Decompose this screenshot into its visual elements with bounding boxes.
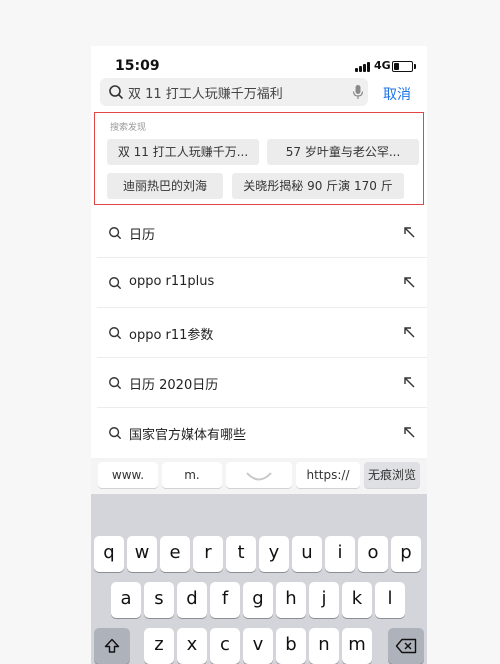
keyboard: q w e r t y u i o p a s d f g h j k l z …	[91, 494, 427, 664]
suggestion-label: oppo r11plus	[129, 274, 215, 289]
key[interactable]: v	[243, 628, 273, 664]
key[interactable]: g	[243, 582, 273, 618]
discover-chip[interactable]: 迪丽热巴的刘海	[107, 173, 223, 199]
key[interactable]: f	[210, 582, 240, 618]
search-icon	[109, 427, 121, 439]
key[interactable]: a	[111, 582, 141, 618]
arrow-up-left-icon[interactable]	[403, 326, 415, 338]
backspace-icon	[395, 638, 417, 654]
search-bar[interactable]: 双 11 打工人玩赚千万福利	[100, 78, 368, 106]
search-icon	[109, 277, 121, 289]
search-icon	[109, 377, 121, 389]
quick-input-bar: www. m. https:// 无痕浏览	[91, 458, 427, 494]
browser-search-screen: 15:09 4G 双 11 打工人玩赚千万福利 取消 搜索发现 双 11 打工人…	[91, 46, 427, 664]
suggestion-item[interactable]: 日历	[97, 208, 427, 258]
arrow-up-left-icon[interactable]	[403, 426, 415, 438]
key[interactable]: h	[276, 582, 306, 618]
suggestion-label: oppo r11参数	[129, 328, 214, 343]
search-input[interactable]: 双 11 打工人玩赚千万福利	[128, 83, 283, 102]
shift-icon	[104, 638, 120, 653]
key[interactable]: l	[375, 582, 405, 618]
key[interactable]: b	[276, 628, 306, 664]
suggestion-item[interactable]: 国家官方媒体有哪些	[97, 408, 427, 458]
suggestion-item[interactable]: 日历 2020日历	[97, 358, 427, 408]
key[interactable]: c	[210, 628, 240, 664]
status-bar: 15:09 4G	[91, 46, 427, 82]
key[interactable]: d	[177, 582, 207, 618]
key[interactable]: e	[160, 536, 190, 572]
search-icon	[109, 85, 123, 99]
quick-key-m[interactable]: m.	[162, 462, 222, 488]
backspace-key[interactable]	[388, 628, 424, 664]
key[interactable]: k	[342, 582, 372, 618]
search-icon	[109, 227, 121, 239]
discover-chip[interactable]: 57 岁叶童与老公罕...	[267, 139, 419, 165]
key[interactable]: p	[391, 536, 421, 572]
key[interactable]: y	[259, 536, 289, 572]
key[interactable]: i	[325, 536, 355, 572]
key[interactable]: j	[309, 582, 339, 618]
cursor-slider[interactable]	[226, 462, 292, 488]
key[interactable]: z	[144, 628, 174, 664]
key[interactable]: n	[309, 628, 339, 664]
key[interactable]: x	[177, 628, 207, 664]
signal-icon	[355, 62, 371, 72]
suggestion-item[interactable]: oppo r11plus	[97, 258, 427, 308]
suggestion-label: 国家官方媒体有哪些	[129, 428, 247, 443]
suggestion-label: 日历 2020日历	[129, 378, 219, 393]
key[interactable]: u	[292, 536, 322, 572]
battery-icon	[392, 61, 416, 72]
arrow-up-left-icon[interactable]	[403, 376, 415, 388]
arrow-up-left-icon[interactable]	[403, 276, 415, 288]
slider-handle-icon	[246, 472, 272, 481]
cancel-button[interactable]: 取消	[383, 84, 411, 104]
discover-chip[interactable]: 双 11 打工人玩赚千万...	[107, 139, 259, 165]
arrow-up-left-icon[interactable]	[403, 226, 415, 238]
suggestion-label: 日历	[129, 228, 156, 243]
key[interactable]: w	[127, 536, 157, 572]
quick-key-www[interactable]: www.	[98, 462, 158, 488]
discover-title: 搜索发现	[110, 123, 147, 133]
key[interactable]: m	[342, 628, 372, 664]
key[interactable]: q	[94, 536, 124, 572]
shift-key[interactable]	[94, 628, 130, 664]
network-type: 4G	[374, 59, 391, 72]
search-icon	[109, 327, 121, 339]
key[interactable]: t	[226, 536, 256, 572]
key[interactable]: s	[144, 582, 174, 618]
key[interactable]: o	[358, 536, 388, 572]
incognito-button[interactable]: 无痕浏览	[364, 462, 420, 488]
suggestion-item[interactable]: oppo r11参数	[97, 308, 427, 358]
discover-chip[interactable]: 关晓彤揭秘 90 斤演 170 斤	[232, 173, 404, 199]
status-time: 15:09	[115, 58, 160, 74]
key[interactable]: r	[193, 536, 223, 572]
quick-key-https[interactable]: https://	[296, 462, 360, 488]
search-discover-panel: 搜索发现 双 11 打工人玩赚千万... 57 岁叶童与老公罕... 迪丽热巴的…	[94, 112, 424, 205]
mic-icon[interactable]	[352, 84, 364, 100]
